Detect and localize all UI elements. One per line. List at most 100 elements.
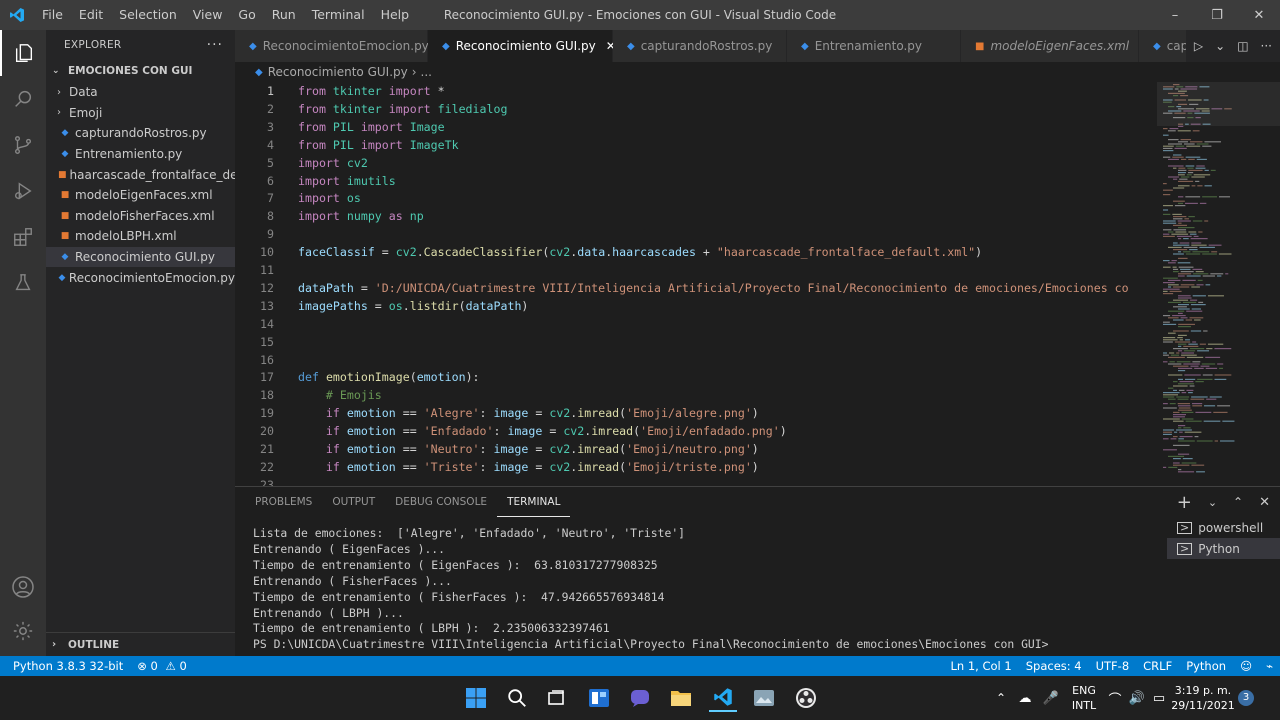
minimap-slider[interactable]	[1157, 82, 1280, 126]
terminal-item-python[interactable]: > Python	[1167, 538, 1280, 559]
editor-tab[interactable]: ■ modeloEigenFaces.xml	[961, 30, 1139, 62]
code-line[interactable]: 17 def emotionImage(emotion):	[235, 368, 1157, 386]
panel-tab-problems[interactable]: PROBLEMS	[245, 487, 322, 517]
cursor-position[interactable]: Ln 1, Col 1	[944, 659, 1019, 673]
menu-run[interactable]: Run	[264, 0, 304, 30]
extensions-icon[interactable]	[0, 214, 46, 260]
onedrive-cloud-icon[interactable]: ☁	[1012, 691, 1038, 706]
menu-go[interactable]: Go	[230, 0, 263, 30]
panel-tab-debug-console[interactable]: DEBUG CONSOLE	[385, 487, 497, 517]
breadcrumb-file[interactable]: Reconocimiento GUI.py	[268, 65, 408, 79]
split-editor-icon[interactable]: ◫	[1237, 39, 1248, 53]
code-line[interactable]: 5 import cv2	[235, 154, 1157, 172]
problems-summary[interactable]: ⊗ 0 ⚠ 0	[130, 659, 194, 673]
file-tree-item[interactable]: ■ modeloLBPH.xml	[46, 226, 235, 247]
clock[interactable]: 3:19 p. m. 29/11/2021	[1170, 683, 1236, 713]
notifications-bell-icon[interactable]: ⌁	[1259, 659, 1280, 673]
code-line[interactable]: 12 dataPath = 'D:/UNICDA/Cuatrimestre VII…	[235, 279, 1157, 297]
new-terminal-icon[interactable]: +	[1177, 492, 1192, 513]
testing-icon[interactable]	[0, 260, 46, 306]
python-interpreter[interactable]: Python 3.8.3 32-bit	[6, 659, 130, 673]
editor-tab[interactable]: ◆ ReconocimientoEmocion.py	[235, 30, 429, 62]
search-icon[interactable]	[0, 76, 46, 122]
editor-tab[interactable]: ◆ Reconocimiento GUI.py ✕	[428, 30, 616, 62]
code-line[interactable]: 7 import os	[235, 189, 1157, 207]
run-dropdown-icon[interactable]: ⌄	[1215, 39, 1225, 53]
minimap[interactable]	[1157, 82, 1280, 486]
menu-terminal[interactable]: Terminal	[304, 0, 373, 30]
file-tree-item[interactable]: ■ modeloEigenFaces.xml	[46, 185, 235, 206]
file-tree-item[interactable]: ■ modeloFisherFaces.xml	[46, 206, 235, 227]
outline-section[interactable]: › OUTLINE	[46, 632, 235, 656]
maximize-panel-icon[interactable]: ⌃	[1233, 495, 1243, 509]
code-line[interactable]: 14	[235, 315, 1157, 333]
editor-tab[interactable]: ◆ Entrenamiento.py	[787, 30, 961, 62]
source-control-icon[interactable]	[0, 122, 46, 168]
code-line[interactable]: 21 if emotion == 'Neutro': image = cv2.i…	[235, 440, 1157, 458]
widgets-icon[interactable]	[585, 684, 613, 712]
code-editor[interactable]: 1 from tkinter import * 2 from tkinter impo…	[235, 82, 1157, 486]
terminal-item-powershell[interactable]: > powershell	[1167, 517, 1280, 538]
run-file-icon[interactable]: ▷	[1194, 39, 1203, 53]
indentation[interactable]: Spaces: 4	[1019, 659, 1089, 673]
more-editor-actions-icon[interactable]: ···	[1261, 39, 1272, 53]
code-line[interactable]: 10 faceClassif = cv2.CascadeClassifier(cv…	[235, 243, 1157, 261]
code-line[interactable]: 2 from tkinter import filedialog	[235, 100, 1157, 118]
restore-icon[interactable]: ❐	[1196, 0, 1238, 30]
file-tree-item[interactable]: ◆ capturandoRostros.py	[46, 123, 235, 144]
editor-tab[interactable]: ◆ capturandoRostros.py	[613, 30, 787, 62]
file-tree-item[interactable]: ■ haarcascade_frontalface_de...	[46, 164, 235, 185]
account-icon[interactable]	[0, 564, 46, 610]
code-line[interactable]: 13 imagePaths = os.listdir(dataPath)	[235, 297, 1157, 315]
file-tree-item[interactable]: › Data	[46, 82, 235, 103]
more-actions-icon[interactable]: ···	[207, 37, 223, 53]
code-line[interactable]: 3 from PIL import Image	[235, 118, 1157, 136]
menu-edit[interactable]: Edit	[71, 0, 111, 30]
file-tree-item[interactable]: ◆ Reconocimiento GUI.py	[46, 246, 235, 268]
show-hidden-icons-icon[interactable]: ⌃	[990, 691, 1012, 705]
close-panel-icon[interactable]: ✕	[1259, 495, 1270, 510]
feedback-icon[interactable]: ☺	[1233, 659, 1259, 673]
wifi-icon[interactable]: ⌒	[1104, 689, 1126, 708]
explorer-icon[interactable]	[0, 30, 46, 76]
battery-icon[interactable]: ▭	[1148, 691, 1170, 706]
vscode-taskbar-icon[interactable]	[709, 684, 737, 712]
code-line[interactable]: 9	[235, 225, 1157, 243]
code-line[interactable]: 16	[235, 351, 1157, 369]
task-view-icon[interactable]	[542, 684, 570, 712]
code-line[interactable]: 4 from PIL import ImageTk	[235, 136, 1157, 154]
code-line[interactable]: 11	[235, 261, 1157, 279]
code-line[interactable]: 19 if emotion == 'Alegre': image = cv2.i…	[235, 404, 1157, 422]
panel-tab-output[interactable]: OUTPUT	[322, 487, 385, 517]
notification-badge[interactable]: 3	[1238, 690, 1254, 706]
file-tree-item[interactable]: ◆ Entrenamiento.py	[46, 144, 235, 165]
code-line[interactable]: 23	[235, 476, 1157, 486]
encoding[interactable]: UTF-8	[1089, 659, 1137, 673]
obs-studio-icon[interactable]	[792, 684, 820, 712]
code-line[interactable]: 20 if emotion == 'Enfadado': image = cv2…	[235, 422, 1157, 440]
panel-tab-terminal[interactable]: TERMINAL	[497, 487, 571, 517]
taskbar-search-icon[interactable]	[503, 684, 531, 712]
file-explorer-icon[interactable]	[667, 684, 695, 712]
language-mode[interactable]: Python	[1179, 659, 1233, 673]
menu-view[interactable]: View	[185, 0, 231, 30]
code-line[interactable]: 22 if emotion == 'Triste': image = cv2.i…	[235, 458, 1157, 476]
menu-selection[interactable]: Selection	[111, 0, 185, 30]
minimize-icon[interactable]: –	[1154, 0, 1196, 30]
windows-start-icon[interactable]	[462, 684, 490, 712]
file-tree-item[interactable]: › Emoji	[46, 103, 235, 124]
microphone-icon[interactable]: 🎤	[1038, 691, 1064, 706]
volume-icon[interactable]: 🔊	[1126, 691, 1148, 706]
menu-help[interactable]: Help	[373, 0, 418, 30]
close-window-icon[interactable]: ✕	[1238, 0, 1280, 30]
breadcrumb-more[interactable]: ...	[421, 65, 432, 79]
workspace-folder[interactable]: ⌄ EMOCIONES CON GUI	[46, 60, 235, 82]
teams-chat-icon[interactable]	[626, 684, 654, 712]
code-line[interactable]: 8 import numpy as np	[235, 207, 1157, 225]
run-debug-icon[interactable]	[0, 168, 46, 214]
code-line[interactable]: 6 import imutils	[235, 172, 1157, 190]
code-line[interactable]: 1 from tkinter import *	[235, 82, 1157, 100]
end-of-line[interactable]: CRLF	[1136, 659, 1179, 673]
menu-file[interactable]: File	[34, 0, 71, 30]
file-tree-item[interactable]: ◆ ReconocimientoEmocion.py	[46, 267, 235, 288]
